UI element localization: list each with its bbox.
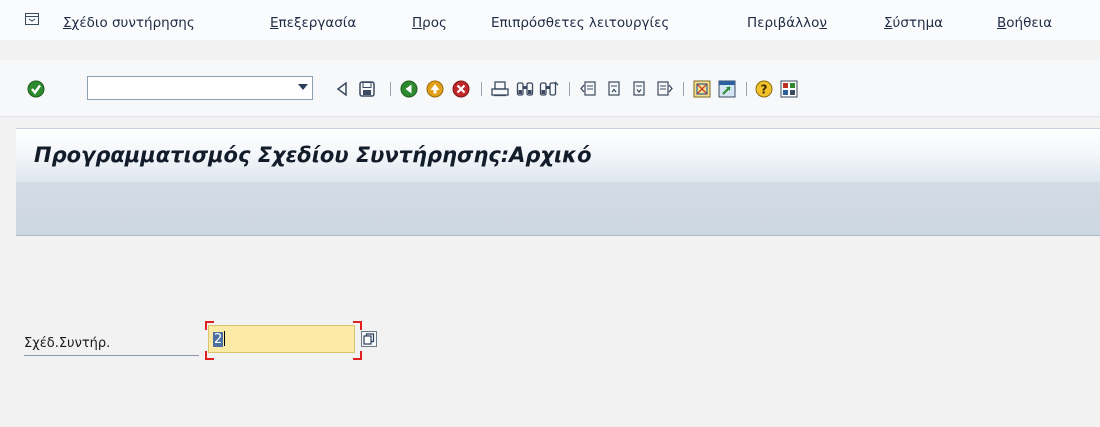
menu-mnemonic: ν [819,15,827,31]
find-icon[interactable] [514,78,536,100]
screen-body [16,236,1100,427]
toolbar-separator [683,82,684,96]
svg-text:?: ? [761,83,768,97]
menu-bar: Σχέδιο συντήρησης Επεξεργασία Προς Επιπρ… [0,0,1100,40]
back-arrow-icon[interactable] [331,78,353,100]
menu-item-goto[interactable]: Προς [412,14,447,32]
menu-item-edit[interactable]: Επεξεργασία [270,14,356,32]
label-underline [24,355,199,356]
menu-toggle-icon[interactable] [25,13,39,25]
new-session-icon[interactable] [691,78,713,100]
menu-mnemonic: Π [412,15,423,31]
toolbar-separator [569,82,570,96]
toolbar-separator [481,82,482,96]
menu-mnemonic: Β [997,15,1007,31]
find-next-icon[interactable] [538,78,560,100]
maintenance-plan-value[interactable]: 2 [213,332,224,347]
next-page-icon[interactable] [628,78,650,100]
menu-item-extras[interactable]: Επιπρόσθετες λειτουργίες [491,14,669,32]
print-icon[interactable] [489,78,511,100]
layout-menu-icon[interactable] [778,78,800,100]
page-title: Προγραμματισμός Σχεδίου Συντήρησης:Αρχικ… [34,143,592,167]
help-icon[interactable]: ? [753,78,775,100]
maintenance-plan-field[interactable]: 2 [208,325,355,353]
required-marker [353,321,362,330]
required-marker [205,321,214,330]
save-icon[interactable] [356,78,378,100]
back-icon[interactable] [398,78,420,100]
required-marker [353,351,362,360]
application-toolbar [16,182,1100,236]
menu-item-help[interactable]: Βοήθεια [997,14,1052,32]
menu-mnemonic: Ε [270,15,279,31]
menu-mnemonic: Σ [884,15,893,31]
menu-item-system[interactable]: Σύστημα [884,14,943,32]
value-help-icon[interactable] [361,331,377,347]
cancel-icon[interactable] [450,78,472,100]
text-caret [224,331,226,346]
first-page-icon[interactable] [578,78,600,100]
last-page-icon[interactable] [653,78,675,100]
menu-item-maintenance-plan[interactable]: Σχέδιο συντήρησης [63,14,195,32]
screen-title-bar: Προγραμματισμός Σχεδίου Συντήρησης:Αρχικ… [16,128,1100,183]
exit-icon[interactable] [424,78,446,100]
menu-mnemonic: Σ [63,15,72,31]
maintenance-plan-label: Σχέδ.Συντήρ. [24,336,111,351]
chevron-down-icon[interactable] [298,84,308,90]
command-field[interactable] [87,76,313,100]
enter-icon[interactable] [25,78,47,100]
shortcut-icon[interactable] [716,78,738,100]
system-toolbar: ? [0,60,1100,117]
required-marker [205,351,214,360]
toolbar-separator [746,82,747,96]
toolbar-separator [390,82,391,96]
previous-page-icon[interactable] [603,78,625,100]
menu-item-environment[interactable]: Περιβάλλον [747,14,827,32]
